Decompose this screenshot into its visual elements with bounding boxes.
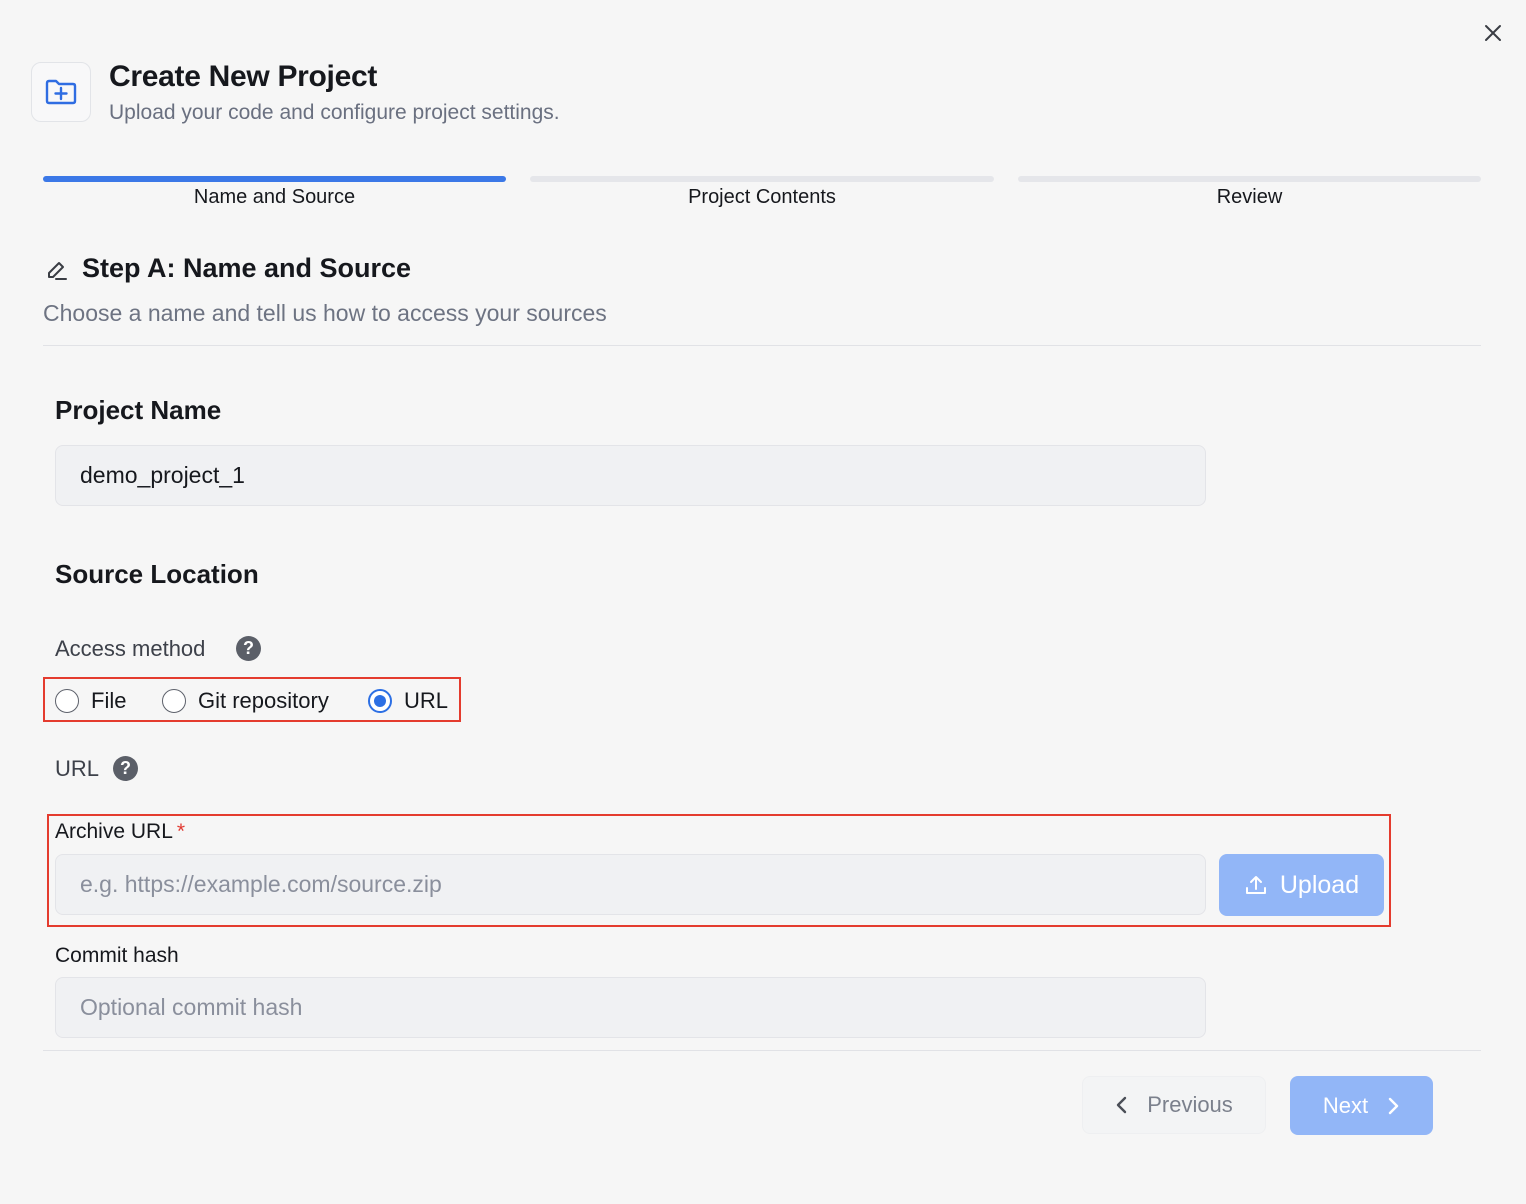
radio-file[interactable] [55, 689, 79, 713]
project-name-input[interactable] [55, 445, 1206, 506]
access-method-help-icon[interactable]: ? [236, 636, 261, 661]
folder-plus-icon [45, 79, 77, 105]
previous-button[interactable]: Previous [1082, 1076, 1266, 1134]
step-progress-bar-1 [43, 176, 506, 182]
next-button[interactable]: Next [1290, 1076, 1433, 1135]
upload-icon [1245, 876, 1266, 894]
step-project-contents[interactable]: Project Contents [530, 186, 994, 209]
section-divider [43, 345, 1481, 346]
commit-hash-label: Commit hash [55, 944, 179, 967]
required-asterisk: * [176, 820, 186, 843]
access-method-label: Access method [55, 636, 206, 661]
source-location-label: Source Location [55, 559, 259, 589]
radio-file-label[interactable]: File [91, 688, 126, 714]
url-help-icon[interactable]: ? [113, 756, 138, 781]
upload-button[interactable]: Upload [1219, 854, 1384, 916]
header-icon-container [31, 62, 91, 122]
upload-button-label: Upload [1279, 870, 1360, 899]
chevron-right-icon [1388, 1097, 1399, 1114]
archive-url-label-text: Archive URL [55, 820, 173, 843]
section-title: Step A: Name and Source [82, 253, 412, 283]
commit-hash-input[interactable] [55, 977, 1206, 1038]
next-button-label: Next [1322, 1092, 1369, 1118]
chevron-left-icon [1117, 1096, 1127, 1114]
archive-url-input[interactable] [55, 854, 1206, 915]
archive-url-label: Archive URL * [55, 820, 185, 844]
step-review[interactable]: Review [1018, 186, 1481, 209]
radio-git-repository[interactable] [162, 689, 186, 713]
project-name-label: Project Name [55, 395, 222, 425]
step-name-and-source[interactable]: Name and Source [43, 186, 506, 209]
previous-button-label: Previous [1147, 1092, 1233, 1117]
radio-git-repository-label[interactable]: Git repository [198, 688, 329, 714]
radio-url[interactable] [368, 689, 392, 713]
close-icon [1485, 25, 1501, 41]
step-progress-bar-3 [1018, 176, 1481, 182]
step-progress-bar-2 [530, 176, 994, 182]
section-description: Choose a name and tell us how to access … [43, 300, 607, 326]
close-button[interactable] [1478, 18, 1508, 48]
dialog-subtitle: Upload your code and configure project s… [109, 101, 560, 124]
edit-pencil-icon [48, 262, 67, 280]
footer-divider [43, 1050, 1481, 1051]
dialog-title: Create New Project [109, 60, 378, 93]
url-section-label: URL [55, 756, 100, 781]
radio-url-label[interactable]: URL [404, 688, 448, 714]
